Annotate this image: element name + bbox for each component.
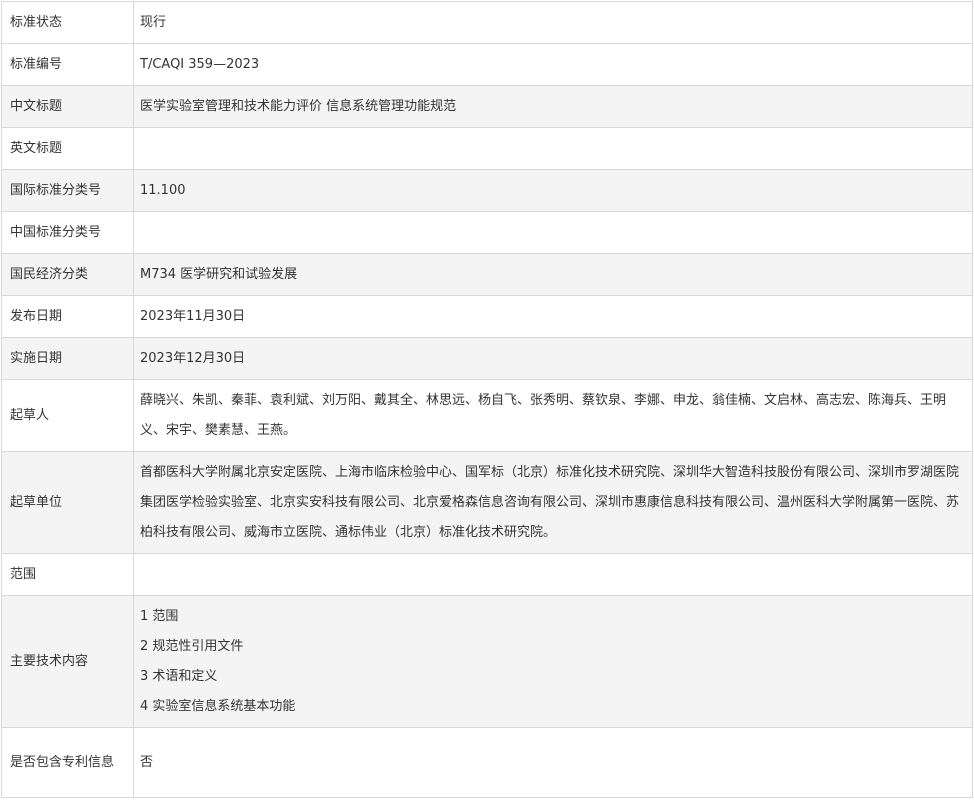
row-label: 标准编号 — [1, 43, 134, 86]
row-scope: 范围 — [1, 553, 973, 596]
row-ccs: 中国标准分类号 — [1, 211, 973, 254]
row-value: 2023年12月30日 — [133, 337, 973, 380]
standard-info-table: 标准状态 现行 标准编号 T/CAQI 359—2023 中文标题 医学实验室管… — [1, 1, 973, 798]
row-value: 11.100 — [133, 169, 973, 212]
row-value: 薛晓兴、朱凯、秦菲、袁利斌、刘万阳、戴其全、林思远、杨自飞、张秀明、蔡钦泉、李娜… — [133, 379, 973, 452]
row-value — [133, 553, 973, 596]
row-label: 是否包含专利信息 — [1, 727, 134, 798]
content-item: 4 实验室信息系统基本功能 — [140, 698, 296, 714]
row-ics: 国际标准分类号 11.100 — [1, 169, 973, 212]
row-label: 国际标准分类号 — [1, 169, 134, 212]
row-label: 发布日期 — [1, 295, 134, 338]
row-drafters: 起草人 薛晓兴、朱凯、秦菲、袁利斌、刘万阳、戴其全、林思远、杨自飞、张秀明、蔡钦… — [1, 379, 973, 452]
row-english-title: 英文标题 — [1, 127, 973, 170]
row-value: 现行 — [133, 1, 973, 44]
row-value — [133, 211, 973, 254]
row-value: 否 — [133, 727, 973, 798]
row-label: 中文标题 — [1, 85, 134, 128]
content-item: 2 规范性引用文件 — [140, 638, 244, 654]
row-economic-classification: 国民经济分类 M734 医学研究和试验发展 — [1, 253, 973, 296]
row-value — [133, 127, 973, 170]
row-value: M734 医学研究和试验发展 — [133, 253, 973, 296]
row-drafting-units: 起草单位 首都医科大学附属北京安定医院、上海市临床检验中心、国军标（北京）标准化… — [1, 451, 973, 554]
row-implement-date: 实施日期 2023年12月30日 — [1, 337, 973, 380]
row-patent: 是否包含专利信息 否 — [1, 727, 973, 798]
row-label: 标准状态 — [1, 1, 134, 44]
row-standard-number: 标准编号 T/CAQI 359—2023 — [1, 43, 973, 86]
row-value: 首都医科大学附属北京安定医院、上海市临床检验中心、国军标（北京）标准化技术研究院… — [133, 451, 973, 554]
row-label: 国民经济分类 — [1, 253, 134, 296]
row-status: 标准状态 现行 — [1, 1, 973, 44]
content-item: 1 范围 — [140, 608, 179, 624]
row-value: 医学实验室管理和技术能力评价 信息系统管理功能规范 — [133, 85, 973, 128]
row-label: 起草单位 — [1, 451, 134, 554]
row-label: 起草人 — [1, 379, 134, 452]
row-label: 中国标准分类号 — [1, 211, 134, 254]
row-main-content: 主要技术内容 1 范围 2 规范性引用文件 3 术语和定义 4 实验室信息系统基… — [1, 595, 973, 728]
row-value: 1 范围 2 规范性引用文件 3 术语和定义 4 实验室信息系统基本功能 — [133, 595, 973, 728]
row-publish-date: 发布日期 2023年11月30日 — [1, 295, 973, 338]
row-label: 主要技术内容 — [1, 595, 134, 728]
row-label: 实施日期 — [1, 337, 134, 380]
row-value: 2023年11月30日 — [133, 295, 973, 338]
content-item: 3 术语和定义 — [140, 668, 218, 684]
row-value: T/CAQI 359—2023 — [133, 43, 973, 86]
row-chinese-title: 中文标题 医学实验室管理和技术能力评价 信息系统管理功能规范 — [1, 85, 973, 128]
row-label: 英文标题 — [1, 127, 134, 170]
row-label: 范围 — [1, 553, 134, 596]
